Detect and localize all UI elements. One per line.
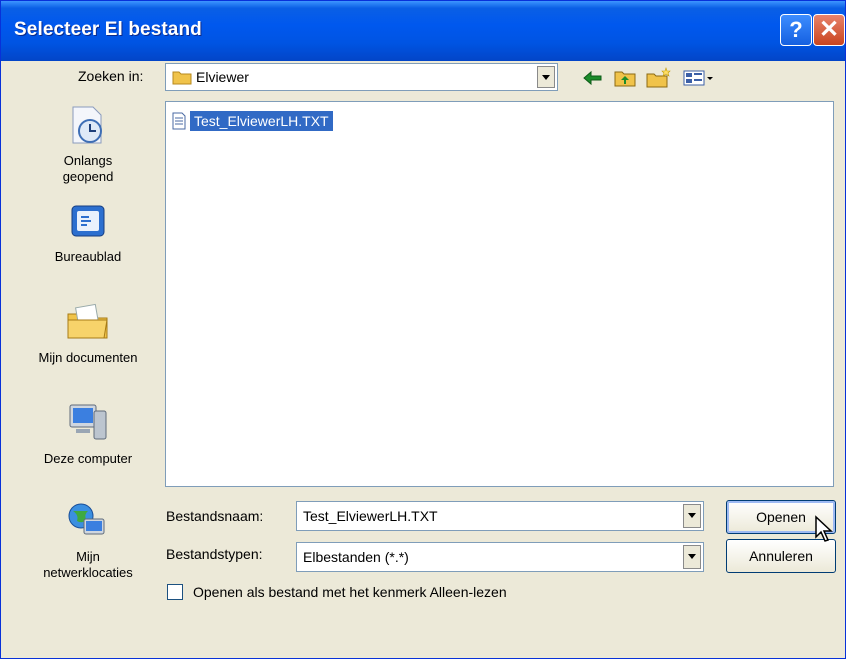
my-computer-icon <box>69 404 107 440</box>
look-in-dropdown-arrow[interactable] <box>537 66 555 88</box>
new-folder-button[interactable] <box>645 67 671 89</box>
new-folder-icon <box>646 67 671 88</box>
look-in-value: Elviewer <box>196 69 249 85</box>
help-button[interactable]: ? <box>780 14 812 46</box>
help-icon: ? <box>789 17 803 42</box>
file-item-name: Test_ElviewerLH.TXT <box>190 111 333 131</box>
recent-documents-icon <box>72 106 102 144</box>
place-my-computer-label: Deze computer <box>43 451 133 466</box>
network-places-icon <box>68 503 105 535</box>
view-menu-button[interactable] <box>682 67 718 89</box>
file-item[interactable]: Test_ElviewerLH.TXT <box>172 110 333 132</box>
filetype-label: Bestandstypen: <box>166 546 263 562</box>
place-network-label-2: netwerklocaties <box>43 565 133 580</box>
open-file-dialog: Selecteer El bestand ? ✕ Zoeken in: Elvi… <box>0 0 846 659</box>
place-network[interactable]: Mijn netwerklocaties <box>18 501 158 581</box>
close-button[interactable]: ✕ <box>813 14 845 46</box>
folder-icon <box>172 71 192 85</box>
filename-label: Bestandsnaam: <box>166 508 264 524</box>
back-arrow-icon <box>583 70 602 86</box>
readonly-label: Openen als bestand met het kenmerk Allee… <box>193 584 507 600</box>
up-folder-button[interactable] <box>613 67 637 89</box>
filename-dropdown-arrow[interactable] <box>683 504 701 528</box>
filename-input[interactable]: Test_ElviewerLH.TXT <box>296 501 704 531</box>
place-my-computer[interactable]: Deze computer <box>18 399 158 467</box>
place-desktop-label: Bureaublad <box>54 249 122 264</box>
filetype-dropdown[interactable]: Elbestanden (*.*) <box>296 542 704 572</box>
mouse-pointer-icon <box>815 515 833 542</box>
readonly-checkbox[interactable] <box>167 584 183 600</box>
places-bar: Onlangs geopend Bureaublad Mijn document… <box>18 99 154 647</box>
window-title: Selecteer El bestand <box>14 19 202 40</box>
filetype-value: Elbestanden (*.*) <box>303 549 409 565</box>
place-desktop[interactable]: Bureaublad <box>18 203 158 265</box>
place-recent[interactable]: Onlangs geopend <box>18 105 158 185</box>
look-in-label: Zoeken in: <box>78 68 144 84</box>
text-file-icon <box>172 112 186 130</box>
view-menu-icon <box>683 70 713 86</box>
place-my-documents[interactable]: Mijn documenten <box>18 302 158 366</box>
file-list[interactable]: Test_ElviewerLH.TXT <box>165 101 834 487</box>
close-icon: ✕ <box>818 16 840 43</box>
place-network-label-1: Mijn <box>76 549 100 564</box>
desktop-icon <box>71 205 105 237</box>
place-recent-label-2: geopend <box>62 169 114 184</box>
up-folder-icon <box>614 71 636 87</box>
filename-value: Test_ElviewerLH.TXT <box>303 508 438 524</box>
filetype-dropdown-arrow[interactable] <box>683 545 701 569</box>
my-documents-icon <box>67 303 108 339</box>
title-bar[interactable]: Selecteer El bestand ? ✕ <box>1 1 845 61</box>
place-my-documents-label: Mijn documenten <box>38 350 138 365</box>
place-recent-label-1: Onlangs <box>63 153 113 168</box>
back-button[interactable] <box>581 67 605 89</box>
look-in-dropdown[interactable]: Elviewer <box>165 63 558 91</box>
